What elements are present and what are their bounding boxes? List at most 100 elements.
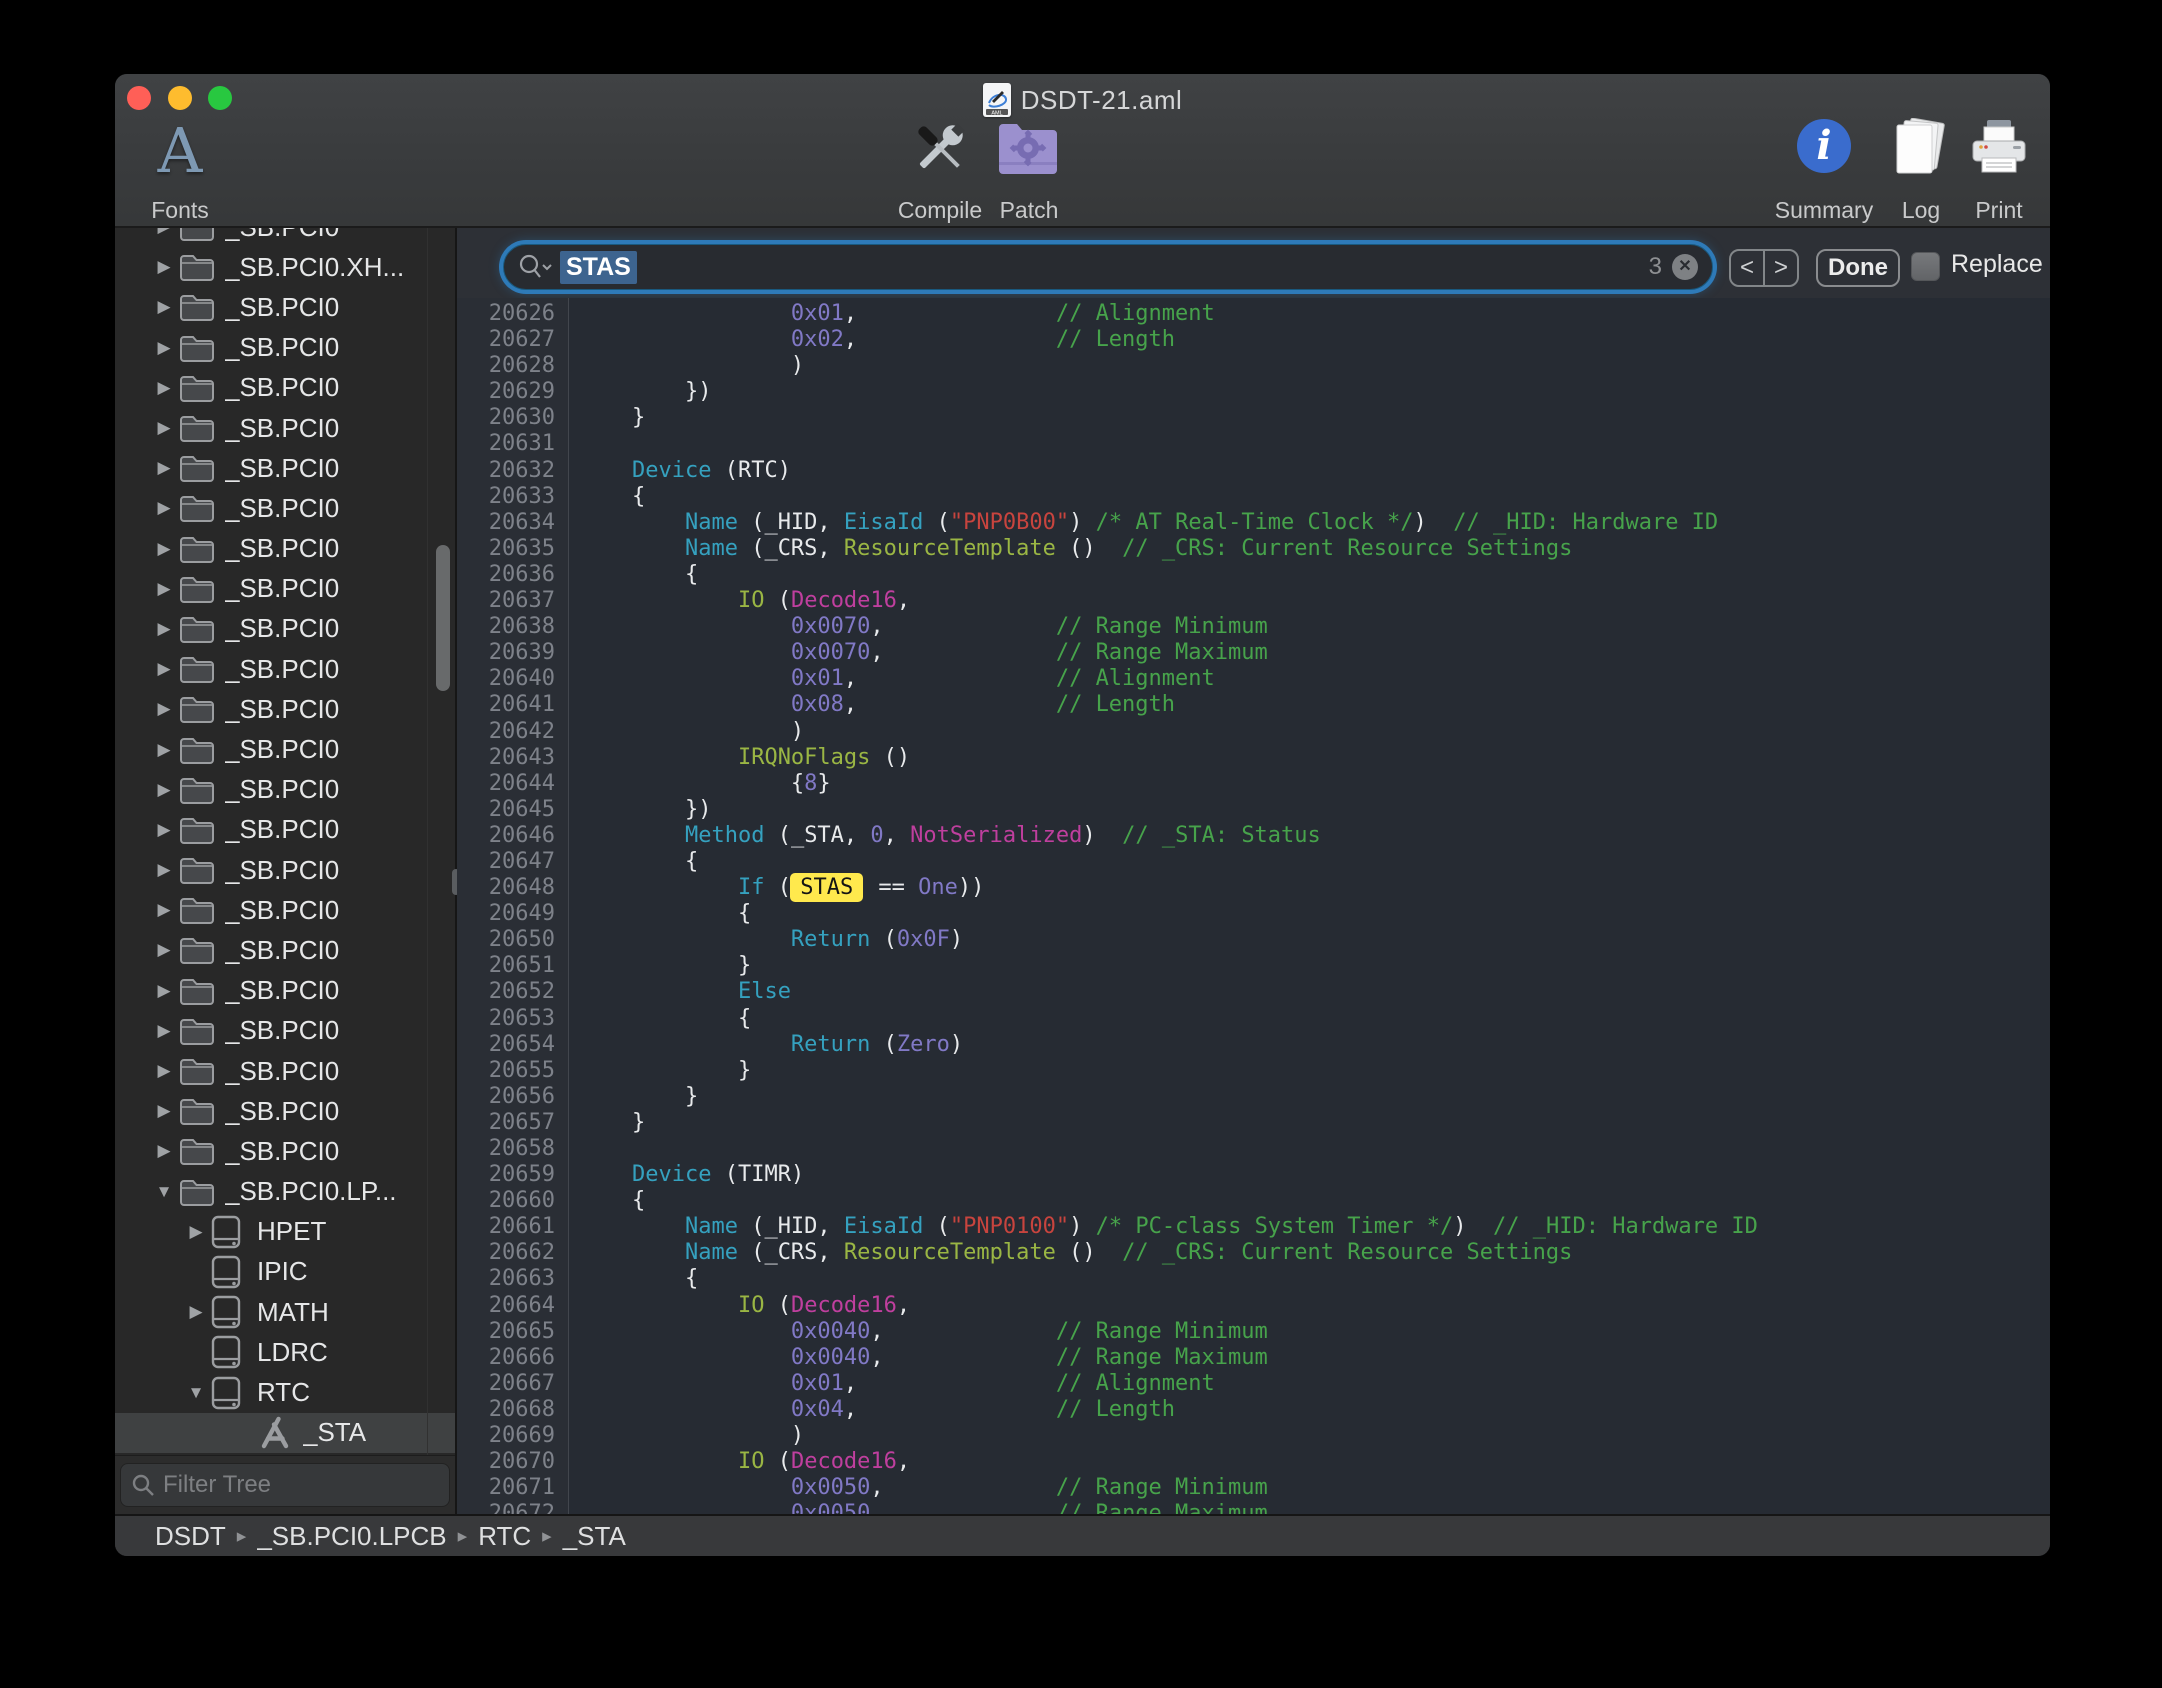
disclosure-triangle-icon[interactable]: ▶ <box>149 820 179 840</box>
tree-item-ldrc[interactable]: LDRC <box>115 1332 455 1372</box>
folder-icon <box>179 694 217 724</box>
tree-item--sb-pci0[interactable]: ▶_SB.PCI0 <box>115 448 455 488</box>
tree-item--sb-pci0[interactable]: ▶_SB.PCI0 <box>115 649 455 689</box>
tree-item--sb-pci0-xh-[interactable]: ▶_SB.PCI0.XH... <box>115 247 455 287</box>
code-line-20633: 20633 { <box>457 484 2050 510</box>
disclosure-triangle-icon[interactable]: ▶ <box>149 297 179 317</box>
disclosure-triangle-icon[interactable]: ▶ <box>149 780 179 800</box>
code-line-20652: 20652 Else <box>457 979 2050 1005</box>
disclosure-triangle-icon[interactable]: ▶ <box>149 539 179 559</box>
svg-text:AML: AML <box>991 111 1002 117</box>
code-line-20670: 20670 IO (Decode16, <box>457 1449 2050 1475</box>
tree-item--sb-pci0[interactable]: ▶_SB.PCI0 <box>115 729 455 769</box>
code-text: 0x0040, // Range Minimum <box>555 1319 1268 1344</box>
tree-item-label: _SB.PCI0 <box>225 573 339 604</box>
tree-item--sb-pci0[interactable]: ▶_SB.PCI0 <box>115 689 455 729</box>
disclosure-triangle-icon[interactable]: ▶ <box>149 940 179 960</box>
line-number: 20659 <box>457 1162 555 1188</box>
line-number: 20647 <box>457 849 555 875</box>
filter-tree-input[interactable]: Filter Tree <box>120 1463 450 1507</box>
line-number: 20656 <box>457 1084 555 1110</box>
find-input[interactable]: STAS 3 <box>503 244 1713 290</box>
tree-item--sta[interactable]: _STA <box>115 1413 455 1453</box>
tree-item--sb-pci0[interactable]: ▶_SB.PCI0 <box>115 287 455 327</box>
tree-item--sb-pci0[interactable]: ▶_SB.PCI0 <box>115 228 455 247</box>
disclosure-triangle-icon[interactable]: ▶ <box>149 699 179 719</box>
tree-item--sb-pci0[interactable]: ▶_SB.PCI0 <box>115 1011 455 1051</box>
disclosure-triangle-icon[interactable]: ▶ <box>149 228 179 237</box>
disclosure-triangle-icon[interactable]: ▶ <box>181 1302 211 1322</box>
disclosure-triangle-icon[interactable]: ▶ <box>149 1021 179 1041</box>
tree-item--sb-pci0[interactable]: ▶_SB.PCI0 <box>115 890 455 930</box>
code-line-20657: 20657 } <box>457 1110 2050 1136</box>
find-next-button[interactable]: > <box>1765 251 1797 285</box>
disclosure-triangle-icon[interactable]: ▼ <box>181 1383 211 1403</box>
tree-item--sb-pci0[interactable]: ▶_SB.PCI0 <box>115 1051 455 1091</box>
tree-item--sb-pci0[interactable]: ▶_SB.PCI0 <box>115 850 455 890</box>
tree-item--sb-pci0[interactable]: ▶_SB.PCI0 <box>115 1091 455 1131</box>
tree-item--sb-pci0-lp-[interactable]: ▼_SB.PCI0.LP... <box>115 1172 455 1212</box>
disclosure-triangle-icon[interactable]: ▶ <box>149 498 179 518</box>
code-line-20645: 20645 }) <box>457 797 2050 823</box>
disclosure-triangle-icon[interactable]: ▶ <box>149 579 179 599</box>
toolbar-fonts-button[interactable]: A Fonts <box>115 118 250 224</box>
svg-text:i: i <box>1816 122 1831 169</box>
disclosure-triangle-icon[interactable]: ▶ <box>149 860 179 880</box>
tree-item--sb-pci0[interactable]: ▶_SB.PCI0 <box>115 488 455 528</box>
find-previous-button[interactable]: < <box>1731 251 1765 285</box>
disclosure-triangle-icon[interactable]: ▶ <box>149 981 179 1001</box>
find-match-count: 3 <box>1649 253 1662 281</box>
disclosure-triangle-icon[interactable]: ▶ <box>149 378 179 398</box>
tree-item-ipic[interactable]: IPIC <box>115 1252 455 1292</box>
breadcrumb-segment--sb-pci0-lpcb[interactable]: _SB.PCI0.LPCB <box>257 1521 446 1552</box>
code-text: 0x01, // Alignment <box>555 666 1215 691</box>
disclosure-triangle-icon[interactable]: ▶ <box>149 900 179 920</box>
code-editor[interactable]: 20626 0x01, // Alignment20627 0x02, // L… <box>457 298 2050 1517</box>
tree-item--sb-pci0[interactable]: ▶_SB.PCI0 <box>115 529 455 569</box>
tree-item-rtc[interactable]: ▼RTC <box>115 1372 455 1412</box>
breadcrumb-segment-rtc[interactable]: RTC <box>478 1521 531 1552</box>
tree-item--sb-pci0[interactable]: ▶ _SB.PCI0 <box>115 609 455 649</box>
tree-item--sb-pci0[interactable]: ▶_SB.PCI0 <box>115 930 455 970</box>
code-line-20651: 20651 } <box>457 953 2050 979</box>
code-text: 0x0070, // Range Minimum <box>555 614 1268 639</box>
code-line-20634: 20634 Name (_HID, EisaId ("PNP0B00") /* … <box>457 510 2050 536</box>
tree-item-hpet[interactable]: ▶HPET <box>115 1212 455 1252</box>
disclosure-triangle-icon[interactable]: ▶ <box>149 659 179 679</box>
tree-item-math[interactable]: ▶MATH <box>115 1292 455 1332</box>
breadcrumb-segment-dsdt[interactable]: DSDT <box>155 1521 226 1552</box>
tree-item--sb-pci0[interactable]: ▶_SB.PCI0 <box>115 770 455 810</box>
toolbar-print-button[interactable]: Print <box>1929 118 2050 224</box>
disclosure-triangle-icon[interactable]: ▶ <box>181 1222 211 1242</box>
tree-item-label: _SB.PCI0 <box>225 613 339 644</box>
disclosure-triangle-icon[interactable]: ▶ <box>149 257 179 277</box>
tree-item--sb-pci0[interactable]: ▶ _SB.PCI0 <box>115 569 455 609</box>
find-bar: STAS 3 < > Done Replace <box>457 228 2050 298</box>
disclosure-triangle-icon[interactable]: ▶ <box>149 418 179 438</box>
tree-item--sb-pci0[interactable]: ▶_SB.PCI0 <box>115 971 455 1011</box>
tree-item--sb-pci0[interactable]: ▶_SB.PCI0 <box>115 408 455 448</box>
disclosure-triangle-icon[interactable]: ▼ <box>149 1182 179 1202</box>
disclosure-triangle-icon[interactable]: ▶ <box>149 458 179 478</box>
tree-item--sb-pci0[interactable]: ▶_SB.PCI0 <box>115 1131 455 1171</box>
toolbar-patch-button[interactable]: Patch <box>959 118 1099 224</box>
filter-placeholder: Filter Tree <box>163 1471 271 1499</box>
disclosure-triangle-icon[interactable]: ▶ <box>149 1061 179 1081</box>
disclosure-triangle-icon[interactable]: ▶ <box>149 1101 179 1121</box>
disclosure-triangle-icon[interactable]: ▶ <box>149 619 179 639</box>
breadcrumb-segment--sta[interactable]: _STA <box>563 1521 626 1552</box>
disclosure-triangle-icon[interactable]: ▶ <box>149 1141 179 1161</box>
code-text: Device (TIMR) <box>555 1162 804 1187</box>
tree-scrollbar-thumb[interactable] <box>436 545 450 691</box>
tree-item--sb-pci0[interactable]: ▶_SB.PCI0 <box>115 368 455 408</box>
clear-search-icon[interactable] <box>1672 254 1698 280</box>
tree-item--sb-pci0[interactable]: ▶_SB.PCI0 <box>115 328 455 368</box>
disclosure-triangle-icon[interactable]: ▶ <box>149 740 179 760</box>
namespace-tree[interactable]: ▶_SB.PCI0▶_SB.PCI0.XH...▶_SB.PCI0▶_SB.PC… <box>115 228 455 1455</box>
tree-item--sb-pci0[interactable]: ▶_SB.PCI0 <box>115 810 455 850</box>
done-button[interactable]: Done <box>1816 249 1900 287</box>
folder-icon <box>179 855 217 885</box>
disclosure-triangle-icon[interactable]: ▶ <box>149 338 179 358</box>
line-number: 20634 <box>457 510 555 536</box>
replace-checkbox[interactable] <box>1911 252 1940 281</box>
